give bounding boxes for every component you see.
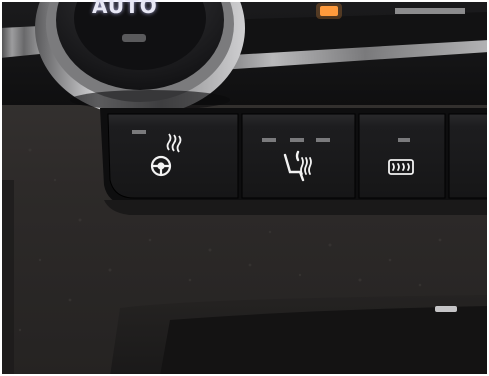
dial-auto-label: AUTO bbox=[92, 0, 158, 18]
display-reflection bbox=[395, 8, 465, 14]
partial-button[interactable] bbox=[448, 113, 489, 199]
rear-defrost-button[interactable] bbox=[358, 113, 446, 199]
left-chrome-trim bbox=[0, 26, 40, 58]
indicator-led bbox=[398, 138, 410, 142]
heated-seat-button[interactable] bbox=[241, 113, 356, 199]
indicator-led bbox=[290, 138, 304, 142]
heated-steering-wheel-button[interactable] bbox=[107, 113, 239, 199]
cubby-light bbox=[435, 306, 457, 312]
indicator-led bbox=[262, 138, 276, 142]
dashboard-illustration bbox=[0, 0, 489, 376]
indicator-led bbox=[316, 138, 330, 142]
indicator-led bbox=[132, 130, 146, 134]
car-dashboard-photo: AUTO bbox=[0, 0, 489, 376]
